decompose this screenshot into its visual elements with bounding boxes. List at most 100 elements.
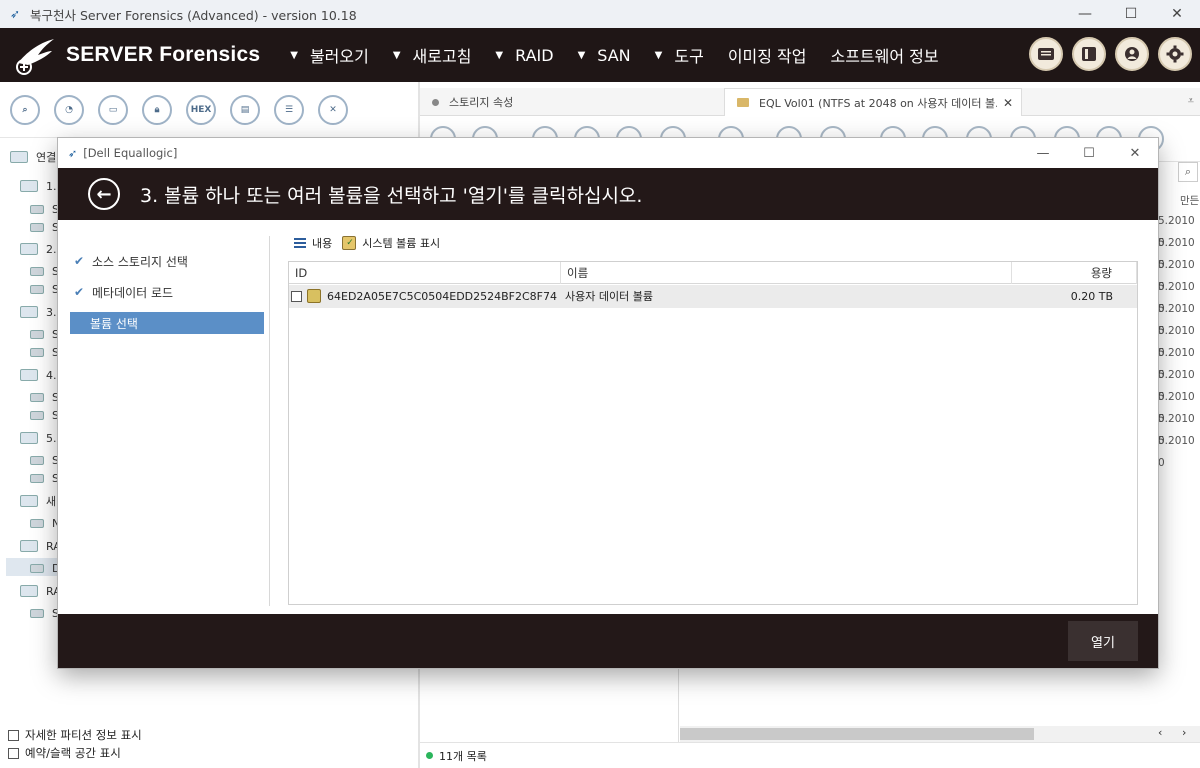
menu-imaging[interactable]: 이미징 작업 bbox=[728, 43, 807, 67]
list-icon[interactable]: ☰ bbox=[274, 94, 304, 125]
hex-icon[interactable]: HEX bbox=[186, 94, 216, 125]
contents-button[interactable]: 내용 bbox=[312, 235, 332, 251]
checkbox[interactable] bbox=[8, 747, 19, 759]
tree-item[interactable]: S bbox=[30, 469, 59, 487]
step-source-storage[interactable]: ✔ 소스 스토리지 선택 bbox=[70, 250, 264, 272]
option-slack-space[interactable]: 예약/슬랙 공간 표시 bbox=[8, 744, 418, 762]
tree-item[interactable]: 4.s bbox=[20, 366, 62, 384]
tree-item[interactable]: S bbox=[30, 200, 59, 218]
option-partition-details[interactable]: 자세한 파티션 정보 표시 bbox=[8, 726, 418, 744]
tree-item[interactable]: S bbox=[30, 218, 59, 236]
menu-label: SAN bbox=[597, 45, 631, 65]
dot-icon bbox=[432, 98, 439, 106]
menu-label: 이미징 작업 bbox=[727, 47, 807, 66]
dialog-minimize-button[interactable]: — bbox=[1020, 138, 1066, 168]
tree-item[interactable]: S bbox=[30, 343, 59, 361]
list-cell: 5.2010 0 bbox=[1158, 281, 1195, 315]
caret-down-icon: ▼ bbox=[654, 49, 663, 61]
menu-label: 불러오기 bbox=[309, 47, 369, 66]
header-icon-group bbox=[1020, 37, 1192, 71]
tree-item[interactable]: 3.s bbox=[20, 303, 62, 321]
content-toolbar: 내용 시스템 볼륨 표시 bbox=[294, 234, 440, 252]
lock-icon[interactable]: 🔒︎ bbox=[142, 94, 172, 125]
step-select-volume[interactable]: 볼륨 선택 bbox=[70, 312, 264, 334]
volume-icon bbox=[30, 455, 44, 465]
tab-storage-properties[interactable]: 스토리지 속성 bbox=[420, 88, 720, 116]
dialog-maximize-button[interactable]: ☐ bbox=[1066, 138, 1112, 168]
volume-select-dialog: ➶ [Dell Equallogic] — ☐ ✕ ← 3. 볼륨 하나 또는 … bbox=[58, 138, 1158, 668]
tree-item[interactable]: 1.s bbox=[20, 177, 62, 195]
drive-icon bbox=[30, 518, 44, 528]
column-header-size[interactable]: 용량 bbox=[1012, 262, 1137, 284]
settings-icon[interactable] bbox=[1158, 37, 1192, 71]
cell-size: 0.20 TB bbox=[1070, 290, 1113, 303]
list-cell: 5.2010 0 bbox=[1158, 413, 1195, 447]
volume-icon bbox=[30, 284, 44, 294]
tree-item[interactable]: 2.s bbox=[20, 240, 62, 258]
column-divider bbox=[678, 662, 679, 742]
tree-item[interactable]: S bbox=[30, 451, 59, 469]
dialog-close-button[interactable]: ✕ bbox=[1112, 138, 1158, 168]
disk-icon[interactable]: ▤ bbox=[230, 94, 260, 125]
drive-icon[interactable]: ▭ bbox=[98, 94, 128, 125]
app-logo-icon: ➶ bbox=[68, 146, 78, 160]
tab-label: 스토리지 속성 bbox=[449, 96, 514, 109]
tree-item[interactable]: 새 bbox=[20, 492, 56, 510]
tree-item[interactable]: S bbox=[30, 262, 59, 280]
scrollbar-thumb[interactable] bbox=[680, 728, 1034, 740]
tab-label: EQL Vol01 (NTFS at 2048 on 사용자 데이터 볼... bbox=[759, 96, 997, 110]
scroll-left-icon[interactable]: ‹ bbox=[1158, 726, 1162, 739]
panel-icon[interactable] bbox=[1072, 37, 1106, 71]
cell-name: 사용자 데이터 볼륨 bbox=[565, 290, 653, 303]
horizontal-scrollbar[interactable]: ‹ › bbox=[680, 726, 1200, 742]
caret-down-icon: ▼ bbox=[392, 49, 401, 61]
chart-icon[interactable]: ◔ bbox=[54, 94, 84, 125]
menu-raid[interactable]: ▼ RAID bbox=[495, 46, 553, 65]
list-cell: 5.2010 0 bbox=[1158, 369, 1195, 403]
tree-item[interactable]: RA bbox=[20, 537, 61, 555]
menu-load[interactable]: ▼ 불러오기 bbox=[290, 43, 369, 67]
column-header-id[interactable]: ID bbox=[289, 262, 561, 284]
option-label: 예약/슬랙 공간 표시 bbox=[25, 746, 121, 760]
tree-item[interactable]: S bbox=[30, 280, 59, 298]
search-icon[interactable]: ⌕ bbox=[10, 94, 40, 125]
list-cell: 5.2010 0 bbox=[1158, 325, 1195, 359]
right-tab-bar: 스토리지 속성 EQL Vol01 (NTFS at 2048 on 사용자 데… bbox=[420, 88, 1200, 116]
maximize-button[interactable]: ☐ bbox=[1108, 0, 1154, 28]
show-system-volumes-button[interactable]: 시스템 볼륨 표시 bbox=[362, 235, 440, 251]
tree-item[interactable]: S bbox=[30, 406, 59, 424]
tree-item[interactable]: S bbox=[30, 325, 59, 343]
tab-volume[interactable]: EQL Vol01 (NTFS at 2048 on 사용자 데이터 볼... … bbox=[724, 88, 1022, 116]
column-header-name[interactable]: 이름 bbox=[561, 262, 1012, 284]
tab-overflow-icon[interactable]: ⩡ bbox=[1188, 94, 1194, 108]
tree-item[interactable]: D bbox=[30, 559, 60, 577]
table-row[interactable]: 64ED2A05E7C5C0504EDD2524BF2C8F74 사용자 데이터… bbox=[289, 285, 1137, 308]
close-icon[interactable]: ✕ bbox=[318, 94, 348, 125]
dialog-title: [Dell Equallogic] bbox=[83, 146, 178, 160]
scroll-right-icon[interactable]: › bbox=[1182, 726, 1186, 739]
tree-item[interactable]: S bbox=[30, 604, 59, 622]
back-arrow-icon[interactable]: ← bbox=[88, 178, 120, 210]
user-icon[interactable] bbox=[1115, 37, 1149, 71]
checkbox[interactable] bbox=[8, 729, 19, 741]
menu-refresh[interactable]: ▼ 새로고침 bbox=[393, 43, 472, 67]
minimize-button[interactable]: — bbox=[1062, 0, 1108, 28]
close-button[interactable]: ✕ bbox=[1154, 0, 1200, 28]
menu-about[interactable]: 소프트웨어 정보 bbox=[831, 43, 939, 67]
menu-san[interactable]: ▼ SAN bbox=[578, 46, 631, 65]
menu-tools[interactable]: ▼ 도구 bbox=[655, 43, 704, 67]
tree-item[interactable]: S bbox=[30, 388, 59, 406]
log-icon[interactable] bbox=[1029, 37, 1063, 71]
search-icon[interactable]: ⌕ bbox=[1178, 162, 1198, 182]
tree-item[interactable]: 5.s bbox=[20, 429, 62, 447]
drive-icon bbox=[30, 608, 44, 618]
tab-close-icon[interactable]: ✕ bbox=[1003, 96, 1013, 110]
row-checkbox[interactable] bbox=[291, 291, 302, 302]
storage-icon bbox=[20, 432, 38, 444]
tree-item[interactable]: RA bbox=[20, 582, 61, 600]
tree-header-label: 연결 bbox=[36, 151, 57, 164]
tree-item[interactable]: N bbox=[30, 514, 60, 532]
list-cell: 5.2010 0 bbox=[1158, 435, 1195, 469]
step-load-metadata[interactable]: ✔ 메타데이터 로드 bbox=[70, 281, 264, 303]
open-button[interactable]: 열기 bbox=[1068, 621, 1138, 661]
